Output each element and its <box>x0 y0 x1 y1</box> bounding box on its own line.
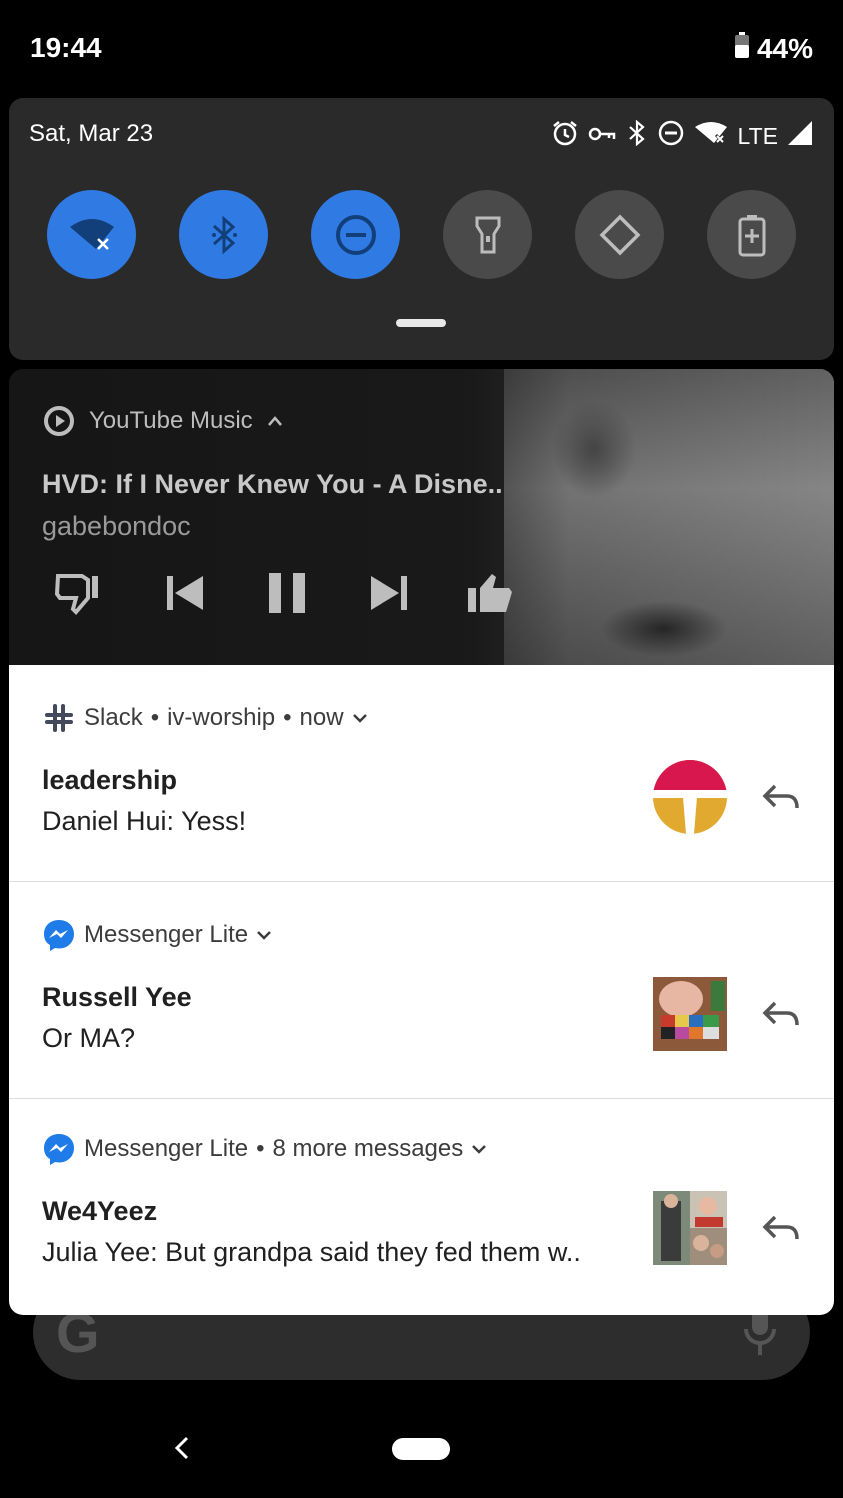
media-artist: gabebondoc <box>42 511 191 541</box>
tile-dnd[interactable] <box>311 190 400 279</box>
home-button[interactable] <box>392 1438 450 1460</box>
status-right: 44% <box>734 32 813 65</box>
notification-title: We4Yeez <box>42 1196 158 1226</box>
media-notification[interactable]: YouTube Music HVD: If I Never Knew You -… <box>9 369 834 669</box>
pause-icon <box>269 573 305 613</box>
battery-saver-icon <box>738 214 765 256</box>
signal-icon <box>788 121 812 151</box>
chevron-down-icon[interactable] <box>352 712 368 724</box>
notification-shade: G 19:44 44% Sat, Mar 23 LTE YouTube Musi… <box>0 0 843 1498</box>
thumbs-down-icon <box>54 574 98 615</box>
youtube-music-icon <box>44 406 74 436</box>
notification-title: leadership <box>42 765 178 795</box>
media-app-name: YouTube Music <box>89 407 253 434</box>
qs-status-icons: LTE <box>552 119 812 152</box>
reply-icon <box>762 784 799 809</box>
notification-messenger-1[interactable]: Messenger Lite Russell Yee Or MA? <box>9 882 834 1098</box>
thumbs-down-button[interactable] <box>49 569 105 617</box>
dnd-small-icon <box>658 120 684 152</box>
messenger-icon <box>44 920 74 951</box>
back-icon <box>174 1436 189 1460</box>
skip-previous-icon <box>167 576 203 610</box>
rotate-icon <box>599 214 640 255</box>
tile-auto-rotate[interactable] <box>575 190 664 279</box>
reply-button[interactable] <box>761 778 801 818</box>
tile-flashlight[interactable] <box>443 190 532 279</box>
qs-drag-handle[interactable] <box>396 319 446 327</box>
status-time: 19:44 <box>30 32 102 63</box>
reply-icon <box>762 1215 799 1240</box>
notification-header[interactable]: Slack • iv-worship • now <box>42 701 368 735</box>
messenger-icon <box>44 1134 74 1165</box>
reply-button[interactable] <box>761 1209 801 1249</box>
quick-settings-panel: Sat, Mar 23 LTE <box>9 98 834 360</box>
qs-date[interactable]: Sat, Mar 23 <box>29 120 153 148</box>
chevron-down-icon[interactable] <box>471 1143 487 1155</box>
notification-channel: iv-worship <box>167 704 276 731</box>
bluetooth-icon <box>211 215 237 254</box>
back-button[interactable] <box>170 1434 194 1467</box>
notification-text: Julia Yee: But grandpa said they fed the… <box>42 1237 581 1267</box>
battery-percent: 44% <box>756 32 813 64</box>
chevron-down-icon[interactable] <box>256 929 272 941</box>
notification-messenger-2[interactable]: Messenger Lite • 8 more messages We4Yeez… <box>9 1099 834 1315</box>
reply-icon <box>762 1001 799 1026</box>
thumbs-up-icon <box>468 574 512 612</box>
thumbs-up-button[interactable] <box>463 569 519 617</box>
notification-title: Russell Yee <box>42 982 192 1012</box>
avatar <box>653 760 727 834</box>
pause-button[interactable] <box>259 569 315 617</box>
alarm-icon <box>552 120 578 152</box>
tile-battery-saver[interactable] <box>707 190 796 279</box>
notification-list: Slack • iv-worship • now leadership Dani… <box>9 665 834 1315</box>
previous-button[interactable] <box>157 569 213 617</box>
tile-bluetooth[interactable] <box>179 190 268 279</box>
vpn-key-icon <box>588 123 616 150</box>
wifi-off-small-icon <box>694 121 728 151</box>
network-type: LTE <box>737 122 778 149</box>
reply-button[interactable] <box>761 995 801 1035</box>
next-button[interactable] <box>361 569 417 617</box>
tile-wifi[interactable] <box>47 190 136 279</box>
skip-next-icon <box>371 576 407 610</box>
flashlight-icon <box>475 216 500 253</box>
media-title: HVD: If I Never Knew You - A Disne.. <box>42 469 503 499</box>
notification-time: now <box>299 704 344 731</box>
battery-icon <box>734 32 749 65</box>
notification-header[interactable]: Messenger Lite • 8 more messages <box>42 1132 487 1166</box>
notification-app-name: Messenger Lite <box>84 1135 249 1162</box>
chevron-up-icon <box>267 416 282 426</box>
notification-slack[interactable]: Slack • iv-worship • now leadership Dani… <box>9 665 834 881</box>
avatar <box>653 977 727 1051</box>
dnd-icon <box>335 214 376 255</box>
avatar <box>653 1191 727 1265</box>
slack-icon <box>45 704 73 732</box>
notification-header[interactable]: Messenger Lite <box>42 918 272 952</box>
notification-app-name: Slack <box>84 704 143 731</box>
bluetooth-small-icon <box>626 119 648 152</box>
notification-app-name: Messenger Lite <box>84 921 249 948</box>
notification-text: Or MA? <box>42 1023 136 1053</box>
media-app-header[interactable]: YouTube Music <box>43 405 283 437</box>
wifi-off-icon <box>69 218 114 250</box>
notification-text: Daniel Hui: Yess! <box>42 806 247 836</box>
notification-more-count: 8 more messages <box>272 1135 464 1162</box>
